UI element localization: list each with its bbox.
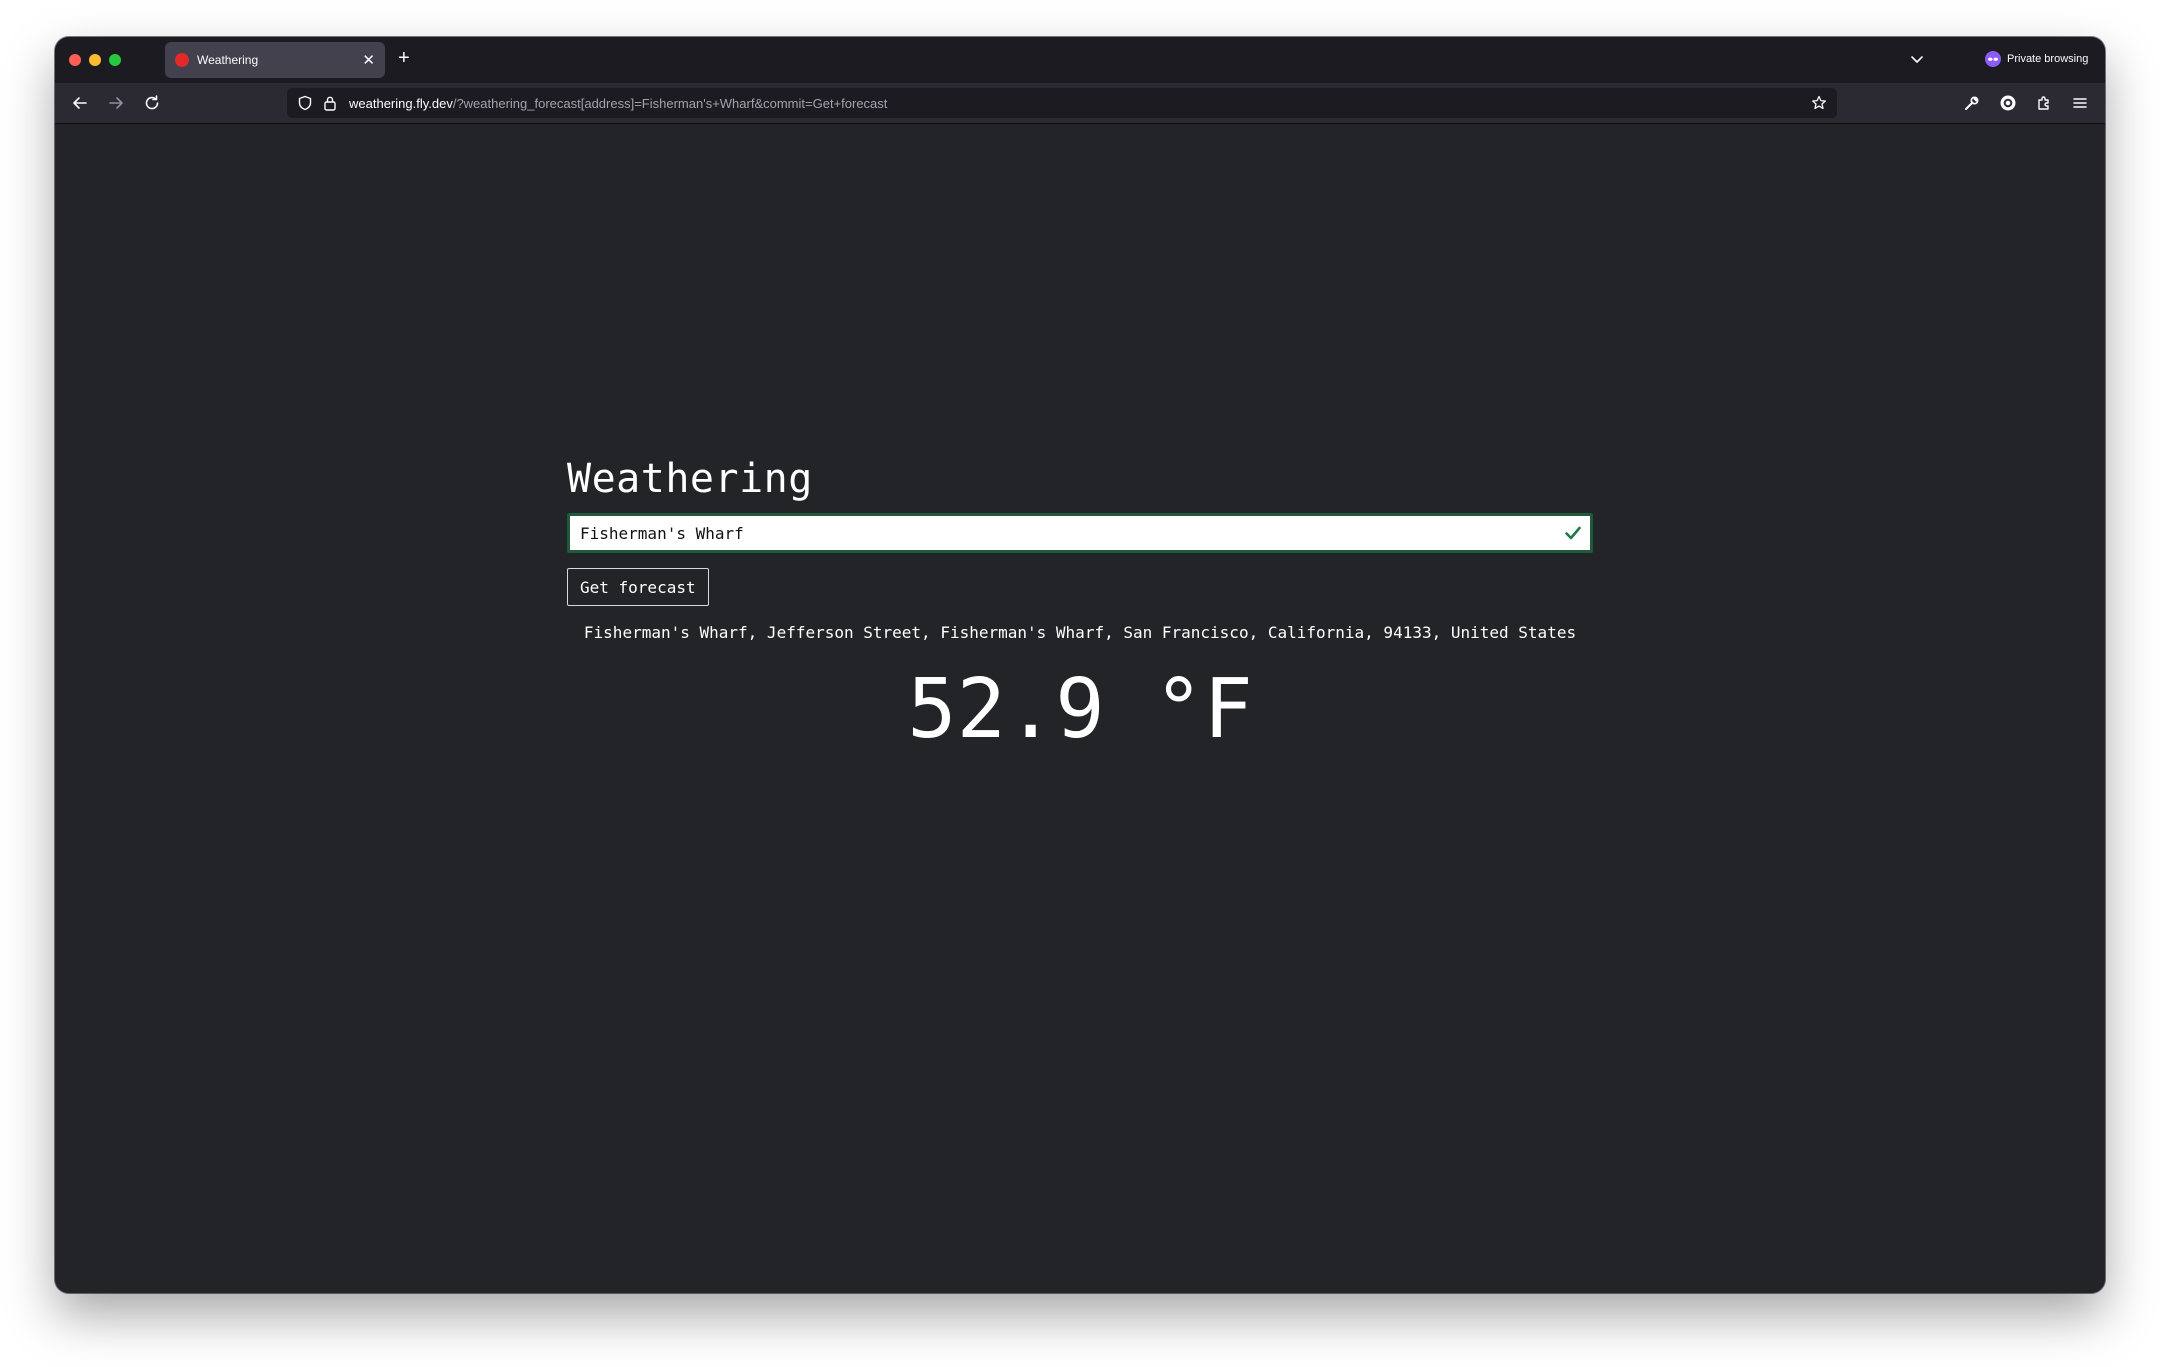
private-browsing-label: Private browsing (2007, 53, 2089, 65)
private-mask-icon (1985, 51, 2001, 67)
private-browsing-indicator: Private browsing (1985, 51, 2088, 67)
browser-tab[interactable]: Weathering ✕ (165, 42, 385, 78)
shield-icon[interactable] (297, 95, 313, 111)
address-field-wrapper (567, 513, 1593, 553)
address-input[interactable] (580, 516, 1540, 550)
lock-icon[interactable] (323, 95, 337, 111)
checkmark-icon (1565, 526, 1581, 540)
browser-window: Weathering ✕ + Private browsing weatheri… (55, 37, 2105, 1293)
minimize-window-button[interactable] (89, 54, 101, 66)
url-path: /?weathering_forecast[address]=Fisherman… (452, 95, 888, 111)
url-host: weathering.fly.dev (349, 95, 453, 111)
chevron-down-icon[interactable] (1909, 51, 1925, 67)
url-text[interactable]: weathering.fly.dev/?weathering_forecast[… (349, 96, 887, 111)
navigation-toolbar: weathering.fly.dev/?weathering_forecast[… (55, 83, 2105, 124)
extensions-icon[interactable] (2035, 94, 2053, 112)
url-bar[interactable]: weathering.fly.dev/?weathering_forecast[… (287, 88, 1837, 118)
zoom-window-button[interactable] (109, 54, 121, 66)
page-content (55, 124, 2105, 1293)
back-arrow-icon[interactable] (71, 94, 89, 112)
star-icon[interactable] (1811, 95, 1827, 111)
new-tab-icon[interactable]: + (398, 48, 410, 68)
hamburger-menu-icon[interactable] (2071, 94, 2089, 112)
account-icon[interactable] (1999, 94, 2017, 112)
reload-icon[interactable] (143, 94, 161, 112)
tab-title: Weathering (197, 53, 259, 67)
forward-arrow-icon[interactable] (107, 94, 125, 112)
tab-close-icon[interactable]: ✕ (362, 53, 375, 68)
get-forecast-button[interactable]: Get forecast (567, 568, 709, 606)
tab-strip: Weathering ✕ + Private browsing (55, 37, 2105, 83)
close-window-button[interactable] (69, 54, 81, 66)
wrench-icon[interactable] (1963, 94, 1981, 112)
tab-favicon-icon (175, 53, 189, 67)
